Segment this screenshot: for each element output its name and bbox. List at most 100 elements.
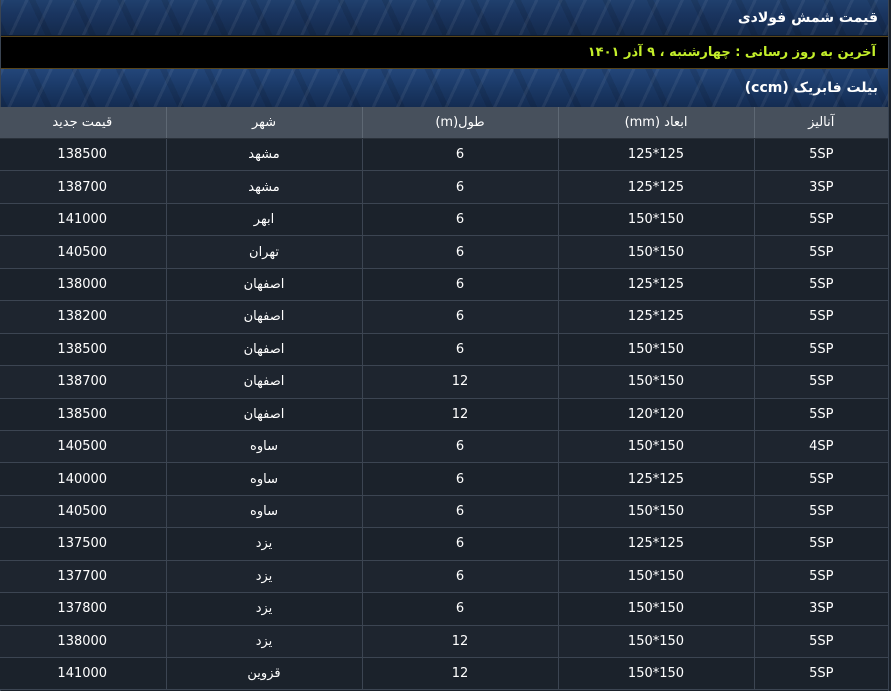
analysis-cell: 3SP <box>754 592 888 626</box>
city-cell: قزوین <box>166 657 363 691</box>
price-cell: 140000 <box>0 462 167 496</box>
price-cell: 140500 <box>0 235 167 269</box>
dimensions-cell: 120*120 <box>558 398 755 431</box>
price-cell: 137700 <box>0 560 167 594</box>
city-cell: مشهد <box>166 170 363 204</box>
analysis-cell: 5SP <box>754 560 888 594</box>
city-cell: ساوه <box>166 462 363 496</box>
section-title: بیلت فابریک (ccm) <box>744 80 878 96</box>
city-cell: اصفهان <box>166 365 363 399</box>
dimensions-cell: 125*125 <box>558 138 755 172</box>
price-cell: 137500 <box>0 527 167 561</box>
dimensions-cell: 150*150 <box>558 430 755 464</box>
dimensions-cell: 150*150 <box>558 495 755 529</box>
length-cell: 6 <box>362 268 559 302</box>
city-cell: یزد <box>166 592 363 626</box>
length-cell: 6 <box>362 235 559 269</box>
length-cell: 6 <box>362 300 559 334</box>
length-cell: 6 <box>362 560 559 594</box>
city-cell: یزد <box>166 527 363 561</box>
table-row: 4SP 150*150 6 ساوه 140500 <box>0 430 888 464</box>
last-update-text: آخرین به روز رسانی : چهارشنبه ، ۹ آذر ۱۴… <box>587 45 876 60</box>
dimensions-cell: 125*125 <box>558 527 755 561</box>
analysis-cell: 5SP <box>754 398 888 431</box>
table-row: 5SP 150*150 6 ابهر 141000 <box>0 203 888 237</box>
analysis-cell: 5SP <box>754 657 888 691</box>
table-row: 5SP 150*150 12 اصفهان 138700 <box>0 365 888 399</box>
length-cell: 6 <box>362 138 559 172</box>
analysis-cell: 5SP <box>754 625 888 659</box>
table-row: 5SP 150*150 6 ساوه 140500 <box>0 495 888 529</box>
col-header-length: طول(m) <box>362 107 559 139</box>
table-row: 5SP 150*150 12 قزوین 141000 <box>0 657 888 691</box>
dimensions-cell: 150*150 <box>558 625 755 659</box>
dimensions-cell: 125*125 <box>558 300 755 334</box>
price-cell: 138200 <box>0 300 167 334</box>
analysis-cell: 3SP <box>754 170 888 204</box>
price-cell: 140500 <box>0 430 167 464</box>
city-cell: ساوه <box>166 495 363 529</box>
table-row: 5SP 120*120 12 اصفهان 138500 <box>0 398 888 431</box>
table-row: 5SP 150*150 6 یزد 137700 <box>0 560 888 594</box>
dimensions-cell: 125*125 <box>558 462 755 496</box>
length-cell: 12 <box>362 398 559 431</box>
length-cell: 12 <box>362 657 559 691</box>
analysis-cell: 5SP <box>754 527 888 561</box>
length-cell: 12 <box>362 625 559 659</box>
price-cell: 138500 <box>0 138 167 172</box>
update-bar: آخرین به روز رسانی : چهارشنبه ، ۹ آذر ۱۴… <box>1 36 888 69</box>
length-cell: 12 <box>362 365 559 399</box>
city-cell: یزد <box>166 625 363 659</box>
city-cell: ابهر <box>166 203 363 237</box>
length-cell: 6 <box>362 170 559 204</box>
dimensions-cell: 150*150 <box>558 203 755 237</box>
table-row: 5SP 125*125 6 اصفهان 138000 <box>0 268 888 302</box>
length-cell: 6 <box>362 430 559 464</box>
analysis-cell: 4SP <box>754 430 888 464</box>
price-table: آنالیز ابعاد (mm) طول(m) شهر قیمت جدید 5… <box>0 107 888 691</box>
city-cell: تهران <box>166 235 363 269</box>
price-panel: قیمت شمش فولادی آخرین به روز رسانی : چها… <box>0 0 889 691</box>
header-banner: قیمت شمش فولادی <box>1 0 888 36</box>
dimensions-cell: 125*125 <box>558 170 755 204</box>
analysis-cell: 5SP <box>754 365 888 399</box>
col-header-new-price: قیمت جدید <box>0 107 167 139</box>
table-row: 5SP 125*125 6 اصفهان 138200 <box>0 300 888 334</box>
table-row: 5SP 125*125 6 مشهد 138500 <box>0 138 888 172</box>
city-cell: اصفهان <box>166 300 363 334</box>
dimensions-cell: 150*150 <box>558 560 755 594</box>
price-cell: 138500 <box>0 398 167 431</box>
price-cell: 138000 <box>0 268 167 302</box>
analysis-cell: 5SP <box>754 462 888 496</box>
table-row: 3SP 150*150 6 یزد 137800 <box>0 592 888 626</box>
table-row: 5SP 125*125 6 یزد 137500 <box>0 527 888 561</box>
length-cell: 6 <box>362 462 559 496</box>
table-row: 5SP 150*150 6 تهران 140500 <box>0 235 888 269</box>
city-cell: اصفهان <box>166 333 363 367</box>
analysis-cell: 5SP <box>754 495 888 529</box>
table-row: 5SP 125*125 6 ساوه 140000 <box>0 462 888 496</box>
price-cell: 141000 <box>0 203 167 237</box>
length-cell: 6 <box>362 333 559 367</box>
analysis-cell: 5SP <box>754 300 888 334</box>
price-cell: 137800 <box>0 592 167 626</box>
table-row: 5SP 150*150 6 اصفهان 138500 <box>0 333 888 367</box>
city-cell: اصفهان <box>166 268 363 302</box>
col-header-dimensions: ابعاد (mm) <box>558 107 755 139</box>
dimensions-cell: 150*150 <box>558 657 755 691</box>
price-cell: 138000 <box>0 625 167 659</box>
analysis-cell: 5SP <box>754 203 888 237</box>
analysis-cell: 5SP <box>754 268 888 302</box>
table-row: 3SP 125*125 6 مشهد 138700 <box>0 170 888 204</box>
length-cell: 6 <box>362 203 559 237</box>
table-body: 5SP 125*125 6 مشهد 138500 3SP 125*125 6 مشهد 1387… <box>0 138 888 691</box>
price-cell: 140500 <box>0 495 167 529</box>
page-title: قیمت شمش فولادی <box>737 10 878 26</box>
dimensions-cell: 150*150 <box>558 235 755 269</box>
dimensions-cell: 150*150 <box>558 365 755 399</box>
city-cell: ساوه <box>166 430 363 464</box>
length-cell: 6 <box>362 592 559 626</box>
analysis-cell: 5SP <box>754 138 888 172</box>
analysis-cell: 5SP <box>754 235 888 269</box>
length-cell: 6 <box>362 495 559 529</box>
